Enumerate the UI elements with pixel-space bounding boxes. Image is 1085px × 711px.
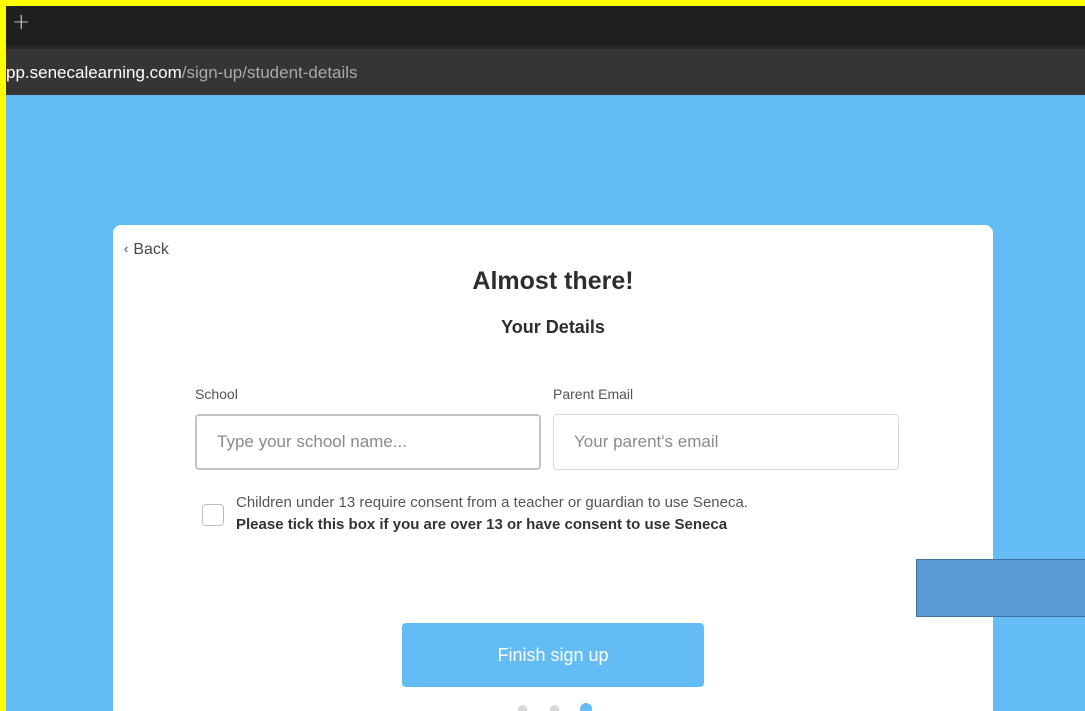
progress-dot-3-active bbox=[580, 703, 592, 711]
signup-card: ‹ Back Almost there! Your Details School … bbox=[113, 225, 993, 711]
url-text[interactable]: pp.senecalearning.com/sign-up/student-de… bbox=[6, 63, 358, 83]
school-input[interactable] bbox=[195, 414, 541, 470]
browser-window: + pp.senecalearning.com/sign-up/student-… bbox=[6, 6, 1085, 711]
progress-dot-1 bbox=[518, 705, 527, 711]
consent-bold-text: Please tick this box if you are over 13 … bbox=[236, 516, 728, 533]
url-host: pp.senecalearning.com bbox=[6, 63, 182, 82]
section-subtitle: Your Details bbox=[501, 317, 605, 337]
back-button[interactable]: ‹ Back bbox=[124, 241, 169, 259]
consent-checkbox[interactable] bbox=[202, 504, 224, 526]
parent-email-input[interactable] bbox=[553, 414, 899, 470]
consent-text-block: Children under 13 require consent from a… bbox=[236, 492, 748, 536]
progress-dot-2 bbox=[550, 705, 559, 711]
consent-text: Children under 13 require consent from a… bbox=[236, 494, 748, 511]
chevron-left-icon: ‹ bbox=[124, 241, 129, 256]
plus-icon[interactable]: + bbox=[12, 12, 34, 36]
parent-email-label: Parent Email bbox=[553, 386, 634, 402]
url-path: /sign-up/student-details bbox=[181, 63, 358, 82]
overlay-rectangle bbox=[916, 559, 1085, 617]
finish-signup-button[interactable]: Finish sign up bbox=[402, 623, 704, 687]
school-label: School bbox=[195, 386, 238, 402]
back-label: Back bbox=[133, 241, 169, 258]
tab-bar: + bbox=[6, 6, 1085, 46]
address-bar[interactable]: pp.senecalearning.com/sign-up/student-de… bbox=[6, 46, 1085, 95]
page-title: Almost there! bbox=[472, 267, 634, 295]
